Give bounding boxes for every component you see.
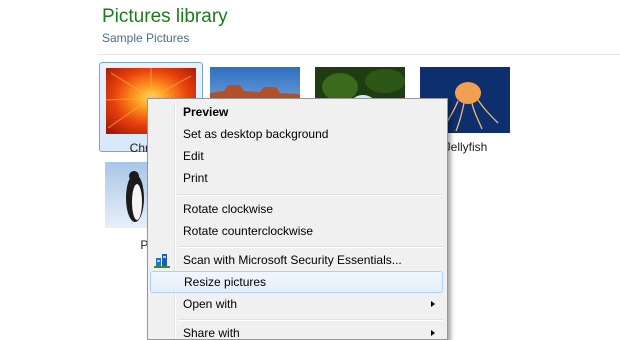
menu-item-set-desktop-background[interactable]: Set as desktop background — [150, 123, 443, 145]
library-subtitle[interactable]: Sample Pictures — [102, 31, 189, 45]
submenu-arrow-icon — [431, 330, 435, 336]
menu-item-label: Edit — [183, 149, 204, 163]
microsoft-security-essentials-icon — [154, 252, 170, 268]
menu-separator — [178, 246, 443, 248]
menu-item-share-with[interactable]: Share with — [150, 322, 443, 340]
menu-item-label: Print — [183, 171, 208, 185]
menu-item-scan-security-essentials[interactable]: Scan with Microsoft Security Essentials.… — [150, 249, 443, 271]
library-header: Pictures library Sample Pictures — [0, 0, 620, 55]
menu-item-rotate-counterclockwise[interactable]: Rotate counterclockwise — [150, 220, 443, 242]
context-menu: Preview Set as desktop background Edit P… — [147, 98, 448, 340]
menu-item-preview[interactable]: Preview — [150, 101, 443, 123]
menu-item-label: Scan with Microsoft Security Essentials.… — [183, 253, 402, 267]
submenu-arrow-icon — [431, 301, 435, 307]
menu-item-label: Preview — [183, 105, 229, 119]
menu-item-print[interactable]: Print — [150, 167, 443, 189]
menu-item-label: Set as desktop background — [183, 127, 329, 141]
menu-item-edit[interactable]: Edit — [150, 145, 443, 167]
menu-item-label: Rotate counterclockwise — [183, 224, 314, 238]
menu-item-rotate-clockwise[interactable]: Rotate clockwise — [150, 198, 443, 220]
menu-separator — [178, 194, 443, 196]
menu-item-label: Resize pictures — [184, 275, 267, 289]
menu-item-resize-pictures[interactable]: Resize pictures — [150, 271, 443, 293]
header-divider — [98, 54, 620, 55]
library-title: Pictures library — [102, 6, 228, 27]
menu-separator — [178, 319, 443, 321]
menu-item-label: Rotate clockwise — [183, 202, 274, 216]
menu-item-label: Open with — [183, 297, 238, 311]
menu-item-label: Share with — [183, 326, 240, 340]
menu-item-open-with[interactable]: Open with — [150, 293, 443, 315]
